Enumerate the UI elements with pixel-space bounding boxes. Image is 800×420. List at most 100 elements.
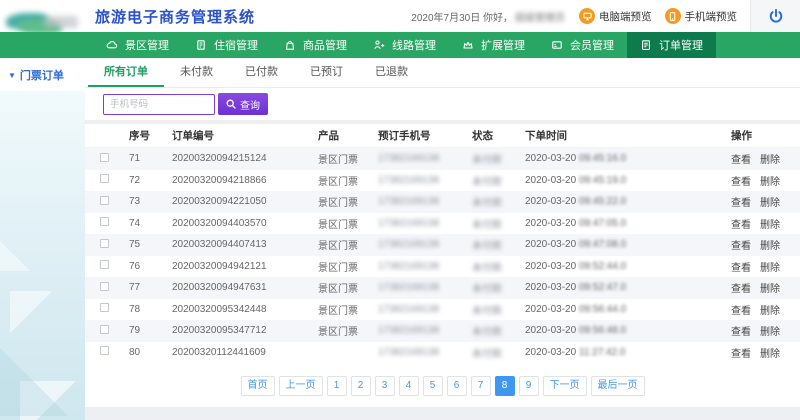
column-header: 序号 <box>121 128 165 143</box>
page-button-下一页[interactable]: 下一页 <box>543 376 587 396</box>
product-cell: 景区门票 <box>311 151 371 166</box>
row-checkbox[interactable] <box>100 260 109 269</box>
page-button-9[interactable]: 9 <box>519 376 539 396</box>
power-icon <box>768 8 784 24</box>
page-button-1[interactable]: 1 <box>327 376 347 396</box>
delete-link[interactable]: 删除 <box>760 280 780 295</box>
page-button-7[interactable]: 7 <box>471 376 491 396</box>
row-checkbox[interactable] <box>100 325 109 334</box>
view-link[interactable]: 查看 <box>731 345 751 360</box>
delete-link[interactable]: 删除 <box>760 216 780 231</box>
row-checkbox[interactable] <box>100 282 109 291</box>
page-button-首页[interactable]: 首页 <box>241 376 275 396</box>
nav-item-扩展管理[interactable]: 扩展管理 <box>449 32 538 58</box>
delete-link[interactable]: 删除 <box>760 194 780 209</box>
row-checkbox[interactable] <box>100 303 109 312</box>
order-tabs: 所有订单未付款已付款已预订已退款 <box>85 58 800 88</box>
delete-link[interactable]: 删除 <box>760 173 780 188</box>
nav-item-订单管理[interactable]: 订单管理 <box>627 32 716 58</box>
product-cell: 景区门票 <box>311 237 371 252</box>
seq-cell: 71 <box>121 153 165 164</box>
sidebar-item-ticket-orders[interactable]: ▼ 门票订单 <box>0 58 85 92</box>
order-no-cell: 20200320094407413 <box>165 239 311 250</box>
page-button-8[interactable]: 8 <box>495 376 515 396</box>
main-content: 所有订单未付款已付款已预订已退款 查询 序号订单编号产品预订手机号状态下单时间操… <box>85 58 800 420</box>
page-button-5[interactable]: 5 <box>423 376 443 396</box>
nav-item-景区管理[interactable]: 景区管理 <box>93 32 182 58</box>
phone-cell: 17382169138 <box>371 261 465 272</box>
phone-cell: 17382169138 <box>371 282 465 293</box>
tab-未付款[interactable]: 未付款 <box>164 58 229 87</box>
actions-cell: 查看删除 <box>723 345 800 360</box>
order-time-cell: 2020-03-20 09:45:22.0 <box>518 196 723 207</box>
tab-已预订[interactable]: 已预订 <box>294 58 359 87</box>
page-button-6[interactable]: 6 <box>447 376 467 396</box>
table-row: 7220200320094218866景区门票17382169138未付款202… <box>85 170 800 192</box>
view-link[interactable]: 查看 <box>731 216 751 231</box>
page-button-3[interactable]: 3 <box>375 376 395 396</box>
logo-text-blurred <box>44 16 78 28</box>
sidebar-item-label: 门票订单 <box>20 67 64 83</box>
seq-cell: 75 <box>121 239 165 250</box>
view-link[interactable]: 查看 <box>731 323 751 338</box>
row-checkbox-cell <box>85 196 121 208</box>
page-button-4[interactable]: 4 <box>399 376 419 396</box>
column-header: 订单编号 <box>165 128 311 143</box>
order-no-cell: 20200320095347712 <box>165 325 311 336</box>
phone-search-input[interactable] <box>103 94 215 115</box>
order-time-blurred: 09:45:16.0 <box>579 153 626 164</box>
nav-item-商品管理[interactable]: 商品管理 <box>271 32 360 58</box>
delete-link[interactable]: 删除 <box>760 237 780 252</box>
order-time-blurred: 09:52:44.0 <box>579 261 626 272</box>
view-link[interactable]: 查看 <box>731 237 751 252</box>
delete-link[interactable]: 删除 <box>760 259 780 274</box>
phone-blurred: 17382169138 <box>378 218 439 229</box>
mobile-preview-label: 手机端预览 <box>685 9 738 24</box>
view-link[interactable]: 查看 <box>731 259 751 274</box>
row-checkbox[interactable] <box>100 239 109 248</box>
order-time-cell: 2020-03-20 09:45:16.0 <box>518 153 723 164</box>
seq-cell: 78 <box>121 304 165 315</box>
delete-link[interactable]: 删除 <box>760 151 780 166</box>
order-time-blurred: 09:56:44.0 <box>579 304 626 315</box>
pagination: 首页上一页123456789下一页最后一页 <box>85 363 800 407</box>
row-checkbox[interactable] <box>100 346 109 355</box>
page-button-上一页[interactable]: 上一页 <box>279 376 323 396</box>
delete-link[interactable]: 删除 <box>760 302 780 317</box>
nav-item-线路管理[interactable]: 线路管理 <box>360 32 449 58</box>
view-link[interactable]: 查看 <box>731 151 751 166</box>
view-link[interactable]: 查看 <box>731 194 751 209</box>
nav-item-label: 商品管理 <box>303 37 347 53</box>
view-link[interactable]: 查看 <box>731 302 751 317</box>
order-time-cell: 2020-03-20 09:45:19.0 <box>518 175 723 186</box>
row-checkbox[interactable] <box>100 153 109 162</box>
delete-link[interactable]: 删除 <box>760 345 780 360</box>
table-header-row: 序号订单编号产品预订手机号状态下单时间操作 <box>85 124 800 148</box>
mobile-preview-button[interactable]: 手机端预览 <box>665 8 738 24</box>
actions-cell: 查看删除 <box>723 216 800 231</box>
tab-已退款[interactable]: 已退款 <box>359 58 424 87</box>
order-time-cell: 2020-03-20 09:47:08.0 <box>518 239 723 250</box>
page-button-2[interactable]: 2 <box>351 376 371 396</box>
app-header: 旅游电子商务管理系统 2020年7月30日 你好， 超级管理员 电脑端预览 手机… <box>0 0 800 32</box>
nav-item-会员管理[interactable]: 会员管理 <box>538 32 627 58</box>
row-checkbox[interactable] <box>100 174 109 183</box>
phone-blurred: 17382169138 <box>378 347 439 358</box>
seq-cell: 80 <box>121 347 165 358</box>
view-link[interactable]: 查看 <box>731 280 751 295</box>
order-no-cell: 20200320094221050 <box>165 196 311 207</box>
nav-item-住宿管理[interactable]: 住宿管理 <box>182 32 271 58</box>
order-no-cell: 20200320094947631 <box>165 282 311 293</box>
delete-link[interactable]: 删除 <box>760 323 780 338</box>
tab-已付款[interactable]: 已付款 <box>229 58 294 87</box>
row-checkbox-cell <box>85 325 121 337</box>
row-checkbox[interactable] <box>100 196 109 205</box>
search-button[interactable]: 查询 <box>218 93 268 115</box>
order-date: 2020-03-20 <box>525 347 579 358</box>
logout-power-button[interactable] <box>750 0 800 32</box>
view-link[interactable]: 查看 <box>731 173 751 188</box>
row-checkbox[interactable] <box>100 217 109 226</box>
page-button-最后一页[interactable]: 最后一页 <box>591 376 645 396</box>
pc-preview-button[interactable]: 电脑端预览 <box>579 8 652 24</box>
tab-所有订单[interactable]: 所有订单 <box>88 58 164 87</box>
